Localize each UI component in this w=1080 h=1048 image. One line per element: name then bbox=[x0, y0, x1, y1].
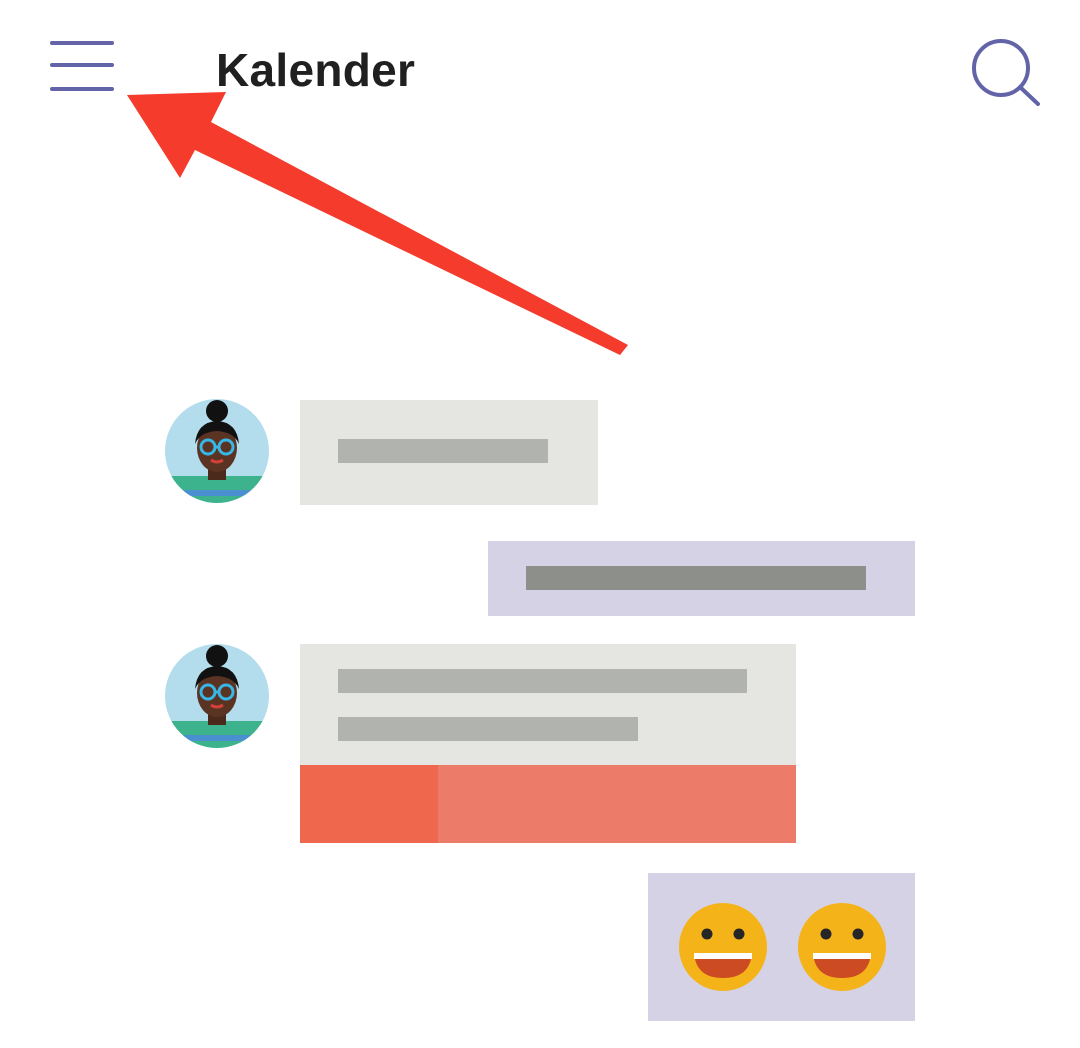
smiley-emoji-icon bbox=[679, 903, 767, 991]
text-placeholder-line bbox=[338, 669, 747, 693]
attachment-file-icon bbox=[300, 765, 438, 843]
attachment-card bbox=[300, 765, 796, 843]
incoming-message-bubble bbox=[300, 400, 598, 505]
incoming-message-bubble bbox=[300, 644, 796, 765]
person-avatar bbox=[165, 399, 269, 503]
empty-state-illustration bbox=[0, 0, 1080, 1048]
outgoing-message-bubble bbox=[488, 541, 915, 616]
person-avatar bbox=[165, 644, 269, 748]
smiley-emoji-icon bbox=[798, 903, 886, 991]
text-placeholder-line bbox=[338, 717, 638, 741]
text-placeholder-line bbox=[526, 566, 866, 590]
text-placeholder-line bbox=[338, 439, 548, 463]
